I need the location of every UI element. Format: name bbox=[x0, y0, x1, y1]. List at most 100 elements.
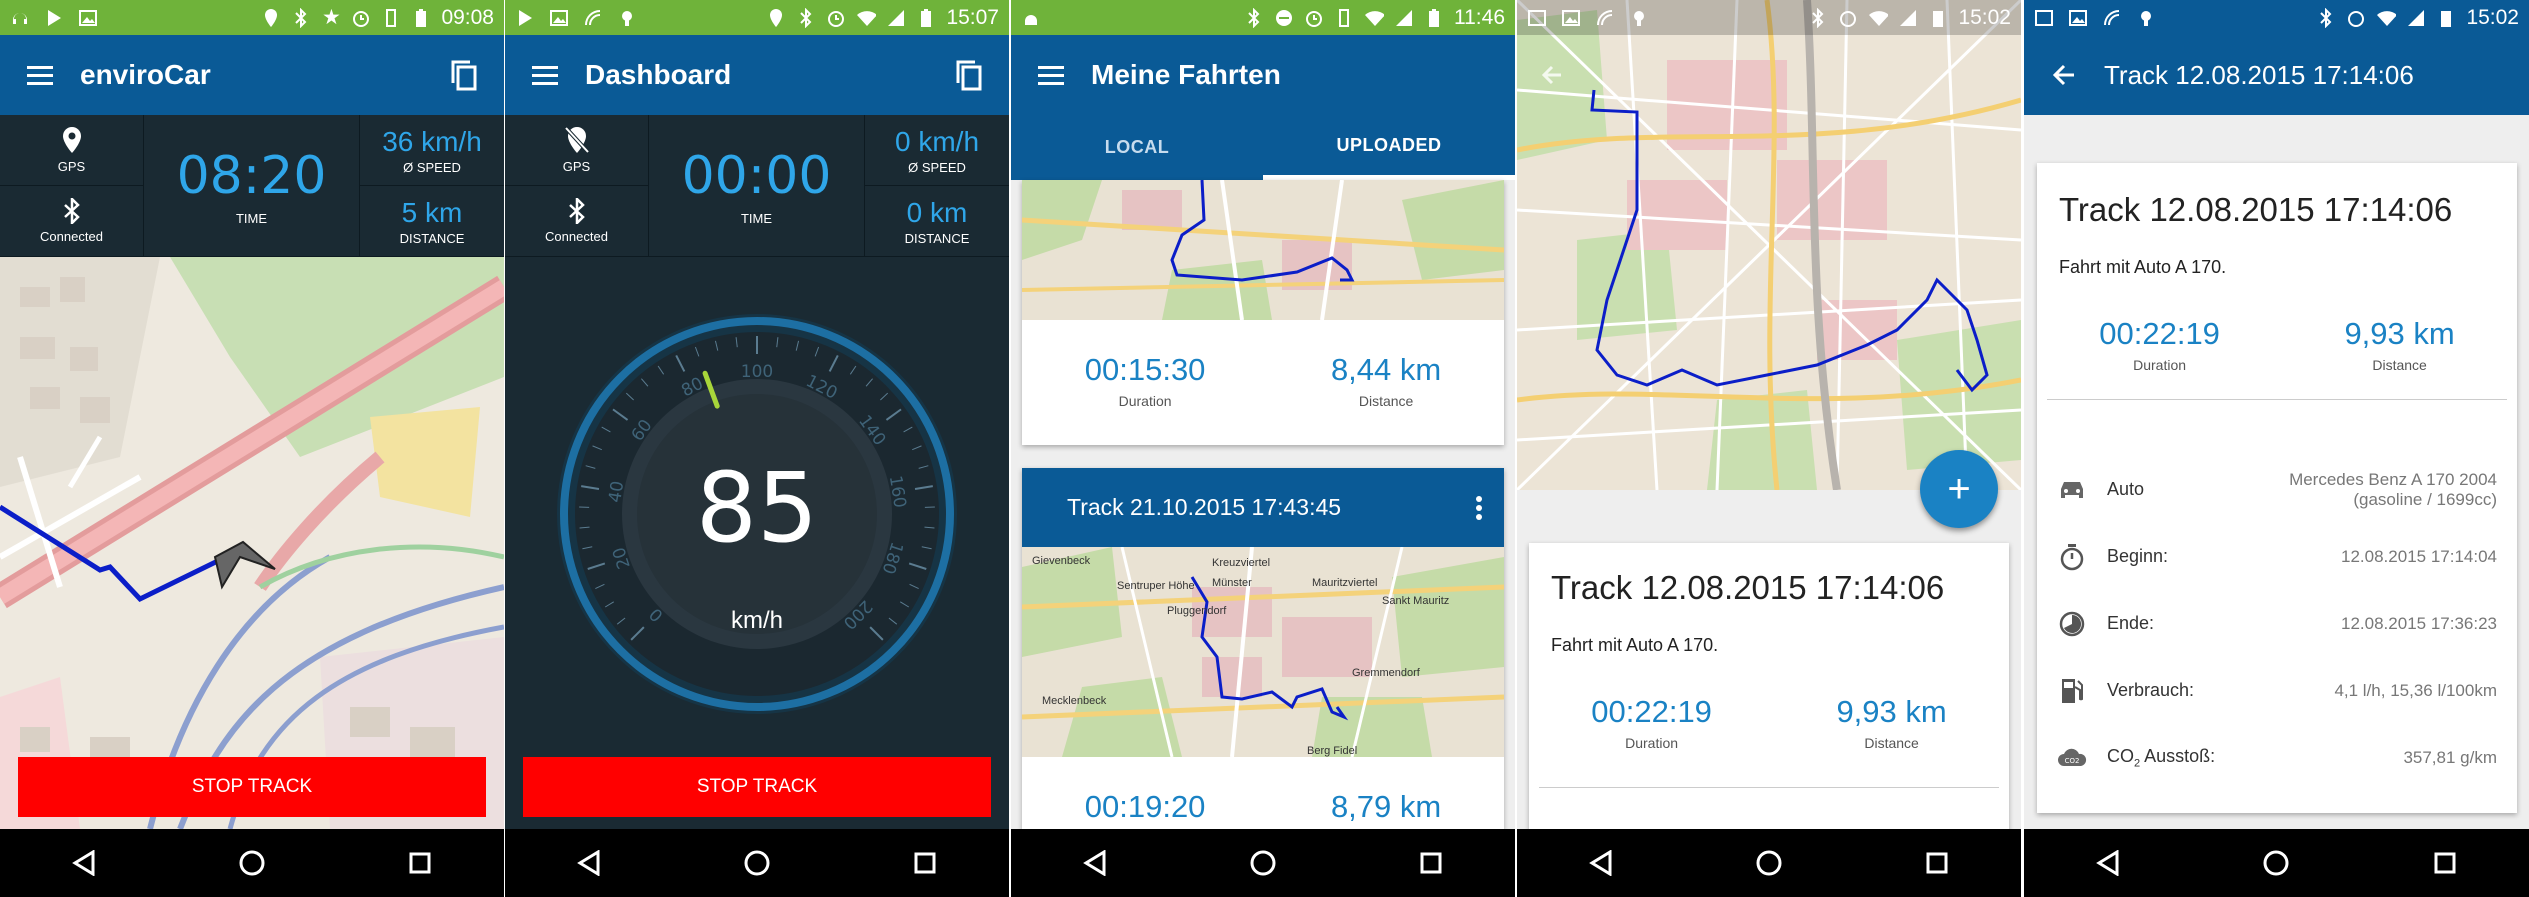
current-speed-value: 85 bbox=[695, 452, 819, 564]
copy-icon[interactable] bbox=[929, 35, 1009, 115]
recents-nav-icon[interactable] bbox=[895, 833, 955, 893]
time-value: 08:20 bbox=[176, 145, 327, 206]
detail-row-end: Ende: 12.08.2015 17:36:23 bbox=[2037, 590, 2517, 657]
distance-value: 9,93 km bbox=[1836, 694, 1947, 729]
distance-label: DISTANCE bbox=[904, 230, 970, 246]
more-vert-icon[interactable] bbox=[1454, 495, 1504, 520]
gps-label: GPS bbox=[57, 159, 86, 174]
signal-icon bbox=[1595, 8, 1615, 28]
bluetooth-label: Connected bbox=[545, 229, 608, 244]
detail-row-consumption: Verbrauch: 4,1 l/h, 15,36 l/100km bbox=[2037, 657, 2517, 724]
map-place-label: Sankt Mauritz bbox=[1382, 595, 1450, 607]
status-time: 15:07 bbox=[946, 5, 999, 29]
gps-label: GPS bbox=[562, 159, 591, 174]
tab-uploaded[interactable]: UPLOADED bbox=[1263, 115, 1515, 180]
map-view[interactable] bbox=[1517, 0, 2021, 490]
detail-label: Auto bbox=[2107, 479, 2145, 499]
screen-my-tracks: 11:46 Meine Fahrten LOCAL UPLOADED 00:15… bbox=[1011, 0, 1515, 897]
duration-stat: 00:15:30 Duration bbox=[1085, 352, 1206, 409]
track-card[interactable]: 00:15:30 Duration 8,44 km Distance bbox=[1022, 180, 1504, 445]
play-icon bbox=[515, 8, 535, 28]
alarm-icon bbox=[1304, 8, 1324, 28]
copy-icon[interactable] bbox=[424, 35, 504, 115]
recents-nav-icon[interactable] bbox=[2415, 833, 2475, 893]
nav-bar bbox=[505, 829, 1009, 897]
distance-cell: 0 km DISTANCE bbox=[865, 186, 1009, 257]
screen-recording-map: ★ 09:08 enviroCar GPS Connected 08:20 TI… bbox=[0, 0, 504, 897]
map-place-label: Gremmendorf bbox=[1352, 667, 1420, 679]
duration-label: Duration bbox=[2133, 357, 2187, 373]
status-bar: 11:46 bbox=[1011, 0, 1515, 35]
back-nav-icon[interactable] bbox=[1571, 833, 1631, 893]
screen-track-details: 15:02 Track 12.08.2015 17:14:06 Track 12… bbox=[2024, 0, 2529, 897]
back-arrow-icon[interactable] bbox=[2024, 35, 2104, 115]
home-nav-icon[interactable] bbox=[1233, 833, 1293, 893]
speed-label: Ø SPEED bbox=[403, 159, 461, 175]
track-card[interactable]: Track 21.10.2015 17:43:45 Gievenbeck Kreu… bbox=[1022, 468, 1504, 829]
map-view[interactable] bbox=[0, 257, 504, 829]
stop-track-button[interactable]: STOP TRACK bbox=[18, 757, 486, 817]
cell-signal-icon bbox=[886, 8, 906, 28]
stop-track-button[interactable]: STOP TRACK bbox=[523, 757, 991, 817]
menu-icon[interactable] bbox=[0, 35, 80, 115]
alarm-icon bbox=[351, 8, 371, 28]
home-nav-icon[interactable] bbox=[1739, 833, 1799, 893]
menu-icon[interactable] bbox=[1011, 35, 1091, 115]
tab-bar: LOCAL UPLOADED bbox=[1011, 115, 1515, 180]
tab-local[interactable]: LOCAL bbox=[1011, 115, 1263, 180]
headphones-icon bbox=[10, 8, 30, 28]
map-place-label: Sentruper Höhe bbox=[1117, 580, 1195, 592]
back-nav-icon[interactable] bbox=[54, 833, 114, 893]
app-bar: Dashboard bbox=[505, 35, 1009, 115]
recents-nav-icon[interactable] bbox=[1401, 833, 1461, 893]
track-map-thumbnail: Gievenbeck Kreuzviertel Sentruper Höhe Müns… bbox=[1022, 547, 1504, 757]
dashboard-panel: GPS Connected 08:20 TIME 36 km/h Ø SPEED… bbox=[0, 115, 504, 257]
home-nav-icon[interactable] bbox=[727, 833, 787, 893]
detail-label: Beginn: bbox=[2107, 546, 2169, 566]
wifi-icon bbox=[856, 8, 877, 28]
screen-track-map: 15:02 + Track 12.08.2015 17:14:06 Fahrt … bbox=[1517, 0, 2021, 897]
home-nav-icon[interactable] bbox=[2246, 833, 2306, 893]
battery-icon bbox=[916, 8, 936, 28]
speedometer: 0 20 40 60 80 100 120 140 160 180 200 85 km/h bbox=[505, 257, 1009, 757]
speed-cell: 0 km/h Ø SPEED bbox=[865, 115, 1009, 186]
duration-value: 00:19:20 bbox=[1084, 789, 1206, 824]
recents-nav-icon[interactable] bbox=[390, 833, 450, 893]
add-fab-button[interactable]: + bbox=[1920, 450, 1998, 528]
menu-icon[interactable] bbox=[505, 35, 585, 115]
distance-stat: 8,79 km bbox=[1331, 789, 1441, 825]
nav-bar bbox=[2024, 829, 2529, 897]
co2-cloud-icon: CO2 bbox=[2037, 746, 2107, 770]
distance-value: 0 km bbox=[906, 196, 968, 228]
bluetooth-icon bbox=[1244, 7, 1264, 28]
image-icon bbox=[549, 8, 569, 28]
bluetooth-status: Connected bbox=[505, 186, 649, 257]
android-icon bbox=[1021, 8, 1041, 28]
status-bar: 15:07 bbox=[505, 0, 1009, 35]
dashboard-panel: GPS Connected 00:00 TIME 0 km/h Ø SPEED … bbox=[505, 115, 1009, 257]
screen-dashboard: 15:07 Dashboard GPS Connected 00:00 TIME… bbox=[505, 0, 1009, 897]
time-cell: 00:00 TIME bbox=[649, 115, 865, 257]
distance-value: 8,79 km bbox=[1330, 789, 1442, 824]
image-icon bbox=[78, 8, 98, 28]
android-icon bbox=[1629, 8, 1649, 28]
back-nav-icon[interactable] bbox=[2078, 833, 2138, 893]
dnd-icon bbox=[1274, 8, 1294, 28]
recents-nav-icon[interactable] bbox=[1907, 833, 1967, 893]
distance-label: Distance bbox=[1864, 735, 1919, 751]
back-nav-icon[interactable] bbox=[1065, 833, 1125, 893]
status-bar: 15:02 bbox=[2024, 0, 2529, 35]
distance-label: Distance bbox=[1358, 393, 1414, 409]
home-nav-icon[interactable] bbox=[222, 833, 282, 893]
speed-value: 36 km/h bbox=[382, 125, 482, 157]
back-arrow-icon[interactable] bbox=[1532, 55, 1572, 95]
bluetooth-icon bbox=[568, 198, 585, 224]
duration-value: 00:22:19 bbox=[1591, 694, 1712, 729]
map-place-label: Mauritzviertel bbox=[1312, 577, 1378, 589]
duration-value: 00:15:30 bbox=[1084, 352, 1206, 387]
back-nav-icon[interactable] bbox=[559, 833, 619, 893]
map-place-label: Gievenbeck bbox=[1032, 555, 1091, 567]
app-bar: enviroCar bbox=[0, 35, 504, 115]
track-subtitle: Fahrt mit Auto A 170. bbox=[1551, 635, 1719, 655]
location-off-icon bbox=[564, 126, 589, 154]
